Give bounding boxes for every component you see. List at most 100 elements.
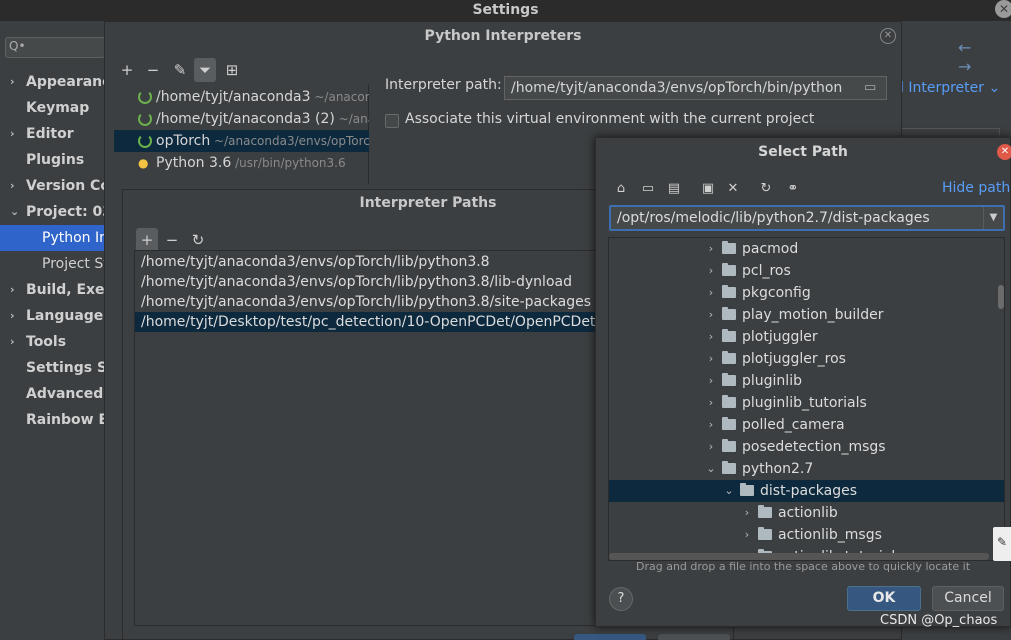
tree-node-label: pkgconfig bbox=[742, 285, 811, 301]
path-item[interactable]: /home/tyjt/anaconda3/envs/opTorch/lib/py… bbox=[135, 272, 604, 292]
tree-node[interactable]: › pluginlib bbox=[609, 370, 1004, 392]
conda-env-icon bbox=[138, 112, 152, 126]
path-item-selected[interactable]: /home/tyjt/Desktop/test/pc_detection/10-… bbox=[135, 312, 604, 332]
sidebar-item[interactable]: Keymap bbox=[0, 95, 104, 121]
help-button[interactable]: ? bbox=[609, 587, 633, 611]
tree-node[interactable]: › plotjuggler bbox=[609, 326, 1004, 348]
add-path-icon[interactable]: + bbox=[136, 228, 158, 252]
tree-node[interactable]: › actionlib_msgs bbox=[609, 524, 1004, 546]
sidebar-item[interactable]: › Build, Execution bbox=[0, 277, 104, 303]
desktop-icon[interactable]: ▭ bbox=[637, 178, 659, 200]
sidebar-item[interactable]: › Editor bbox=[0, 121, 104, 147]
new-folder-icon[interactable]: ▣ bbox=[697, 178, 719, 200]
file-tree: › pacmod › pcl_ros › pkgconfig › play_motion_bu… bbox=[608, 237, 1005, 561]
show-hidden-icon[interactable]: ⚭ bbox=[782, 178, 804, 200]
associate-env-checkbox[interactable] bbox=[385, 114, 399, 128]
browse-folder-icon[interactable]: ▭ bbox=[864, 80, 876, 95]
chevron-right-icon[interactable]: › bbox=[705, 348, 717, 370]
chevron-right-icon[interactable]: › bbox=[705, 260, 717, 282]
pen-icon[interactable]: ✎ bbox=[993, 527, 1011, 561]
refresh-icon[interactable]: ↻ bbox=[755, 178, 777, 200]
remove-icon[interactable]: − bbox=[142, 58, 164, 82]
tree-node-label: plotjuggler bbox=[742, 329, 818, 345]
sidebar-item-label: Appearance bbox=[26, 74, 104, 90]
interpreter-item[interactable]: ● Python 3.6 /usr/bin/python3.6 bbox=[114, 152, 369, 174]
chevron-right-icon[interactable]: › bbox=[705, 282, 717, 304]
tree-node-label: pluginlib_tutorials bbox=[742, 395, 867, 411]
cancel-button[interactable]: Cancel bbox=[932, 586, 1004, 611]
folder-icon bbox=[722, 395, 736, 408]
interpreter-item-selected[interactable]: opTorch ~/anaconda3/envs/opTorch bbox=[114, 130, 369, 152]
tree-node[interactable]: › pluginlib_tutorials bbox=[609, 392, 1004, 414]
edit-icon[interactable]: ✎ bbox=[169, 58, 191, 82]
tree-node-label: pacmod bbox=[742, 241, 799, 257]
sidebar-item[interactable]: Plugins bbox=[0, 147, 104, 173]
sidebar-item-label: Project Structure bbox=[42, 256, 104, 272]
delete-icon[interactable]: ✕ bbox=[722, 178, 744, 200]
sidebar-item-label: Rainbow Brackets bbox=[26, 412, 104, 428]
tree-node[interactable]: › plotjuggler_ros bbox=[609, 348, 1004, 370]
interpreter-item[interactable]: /home/tyjt/anaconda3 ~/anaconda3/bin/pyt… bbox=[114, 86, 369, 108]
sidebar-item-label: Settings Sync bbox=[26, 360, 104, 376]
interpreter-item[interactable]: /home/tyjt/anaconda3 (2) ~/anaconda3 bbox=[114, 108, 369, 130]
sidebar-item[interactable]: › Tools bbox=[0, 329, 104, 355]
remove-path-icon[interactable]: − bbox=[161, 228, 183, 252]
folder-icon bbox=[722, 307, 736, 320]
python-interpreters-close-icon[interactable]: ✕ bbox=[880, 28, 896, 44]
chevron-down-icon[interactable]: ⌄ bbox=[723, 480, 735, 502]
chevron-down-icon[interactable]: ▼ bbox=[983, 207, 1003, 229]
conda-env-icon bbox=[138, 90, 152, 104]
sidebar-item[interactable]: › Version Control bbox=[0, 173, 104, 199]
chevron-down-icon[interactable]: ⌄ bbox=[705, 458, 717, 480]
filter-icon[interactable]: ⏷ bbox=[194, 58, 216, 82]
add-icon[interactable]: + bbox=[116, 58, 138, 82]
project-folder-icon[interactable]: ▤ bbox=[663, 178, 685, 200]
settings-close-button[interactable]: ✕ bbox=[995, 0, 1011, 18]
paths-cancel-button[interactable] bbox=[658, 634, 730, 640]
tree-node[interactable]: › pkgconfig bbox=[609, 282, 1004, 304]
interpreters-toolbar: + − ✎ ⏷ ⊞ bbox=[114, 58, 364, 84]
ok-button[interactable]: OK bbox=[847, 586, 921, 611]
sidebar-item[interactable]: ⌄ Project: 03 bbox=[0, 199, 104, 225]
interpreter-name: opTorch bbox=[156, 133, 211, 149]
tree-node[interactable]: › pacmod bbox=[609, 238, 1004, 260]
paths-ok-button[interactable] bbox=[574, 634, 646, 640]
tree-node[interactable]: ⌄ python2.7 bbox=[609, 458, 1004, 480]
hide-path-link[interactable]: Hide path bbox=[942, 180, 1010, 196]
tree-node[interactable]: ⌄ dist-packages bbox=[609, 480, 1004, 502]
add-interpreter-link[interactable]: d Interpreter ⌄ bbox=[895, 80, 1000, 96]
sidebar-item[interactable]: Python Interpreter bbox=[0, 225, 104, 251]
sidebar-item[interactable]: Rainbow Brackets bbox=[0, 407, 104, 433]
chevron-right-icon[interactable]: › bbox=[705, 392, 717, 414]
sidebar-item[interactable]: Advanced Settings bbox=[0, 381, 104, 407]
chevron-right-icon[interactable]: › bbox=[705, 326, 717, 348]
path-item[interactable]: /home/tyjt/anaconda3/envs/opTorch/lib/py… bbox=[135, 252, 604, 272]
tree-vertical-scrollbar[interactable] bbox=[998, 285, 1004, 309]
tree-node[interactable]: › pcl_ros bbox=[609, 260, 1004, 282]
chevron-right-icon[interactable]: › bbox=[705, 238, 717, 260]
chevron-right-icon[interactable]: › bbox=[741, 502, 753, 524]
select-path-input[interactable]: /opt/ros/melodic/lib/python2.7/dist-pack… bbox=[609, 205, 1005, 231]
tree-node[interactable]: › actionlib bbox=[609, 502, 1004, 524]
home-icon[interactable]: ⌂ bbox=[610, 178, 632, 200]
chevron-right-icon[interactable]: › bbox=[705, 304, 717, 326]
reload-paths-icon[interactable]: ↻ bbox=[187, 228, 209, 252]
chevron-right-icon[interactable]: › bbox=[741, 524, 753, 546]
show-paths-icon[interactable]: ⊞ bbox=[221, 58, 243, 82]
chevron-right-icon[interactable]: › bbox=[705, 414, 717, 436]
interpreter-path-field[interactable]: /home/tyjt/anaconda3/envs/opTorch/bin/py… bbox=[504, 76, 887, 100]
tree-horizontal-scrollbar[interactable] bbox=[609, 553, 989, 560]
sidebar-item[interactable]: Settings Sync bbox=[0, 355, 104, 381]
path-item[interactable]: /home/tyjt/anaconda3/envs/opTorch/lib/py… bbox=[135, 292, 604, 312]
tree-node[interactable]: › polled_camera bbox=[609, 414, 1004, 436]
chevron-right-icon[interactable]: › bbox=[705, 370, 717, 392]
select-path-close-icon[interactable]: ✕ bbox=[997, 144, 1011, 160]
tree-node[interactable]: › posedetection_msgs bbox=[609, 436, 1004, 458]
tree-node[interactable]: › play_motion_builder bbox=[609, 304, 1004, 326]
back-forward-arrows[interactable]: ← → bbox=[958, 38, 1011, 76]
sidebar-item[interactable]: › Appearance bbox=[0, 69, 104, 95]
sidebar-item[interactable]: › Languages bbox=[0, 303, 104, 329]
folder-icon bbox=[722, 263, 736, 276]
sidebar-item[interactable]: Project Structure bbox=[0, 251, 104, 277]
chevron-right-icon[interactable]: › bbox=[705, 436, 717, 458]
